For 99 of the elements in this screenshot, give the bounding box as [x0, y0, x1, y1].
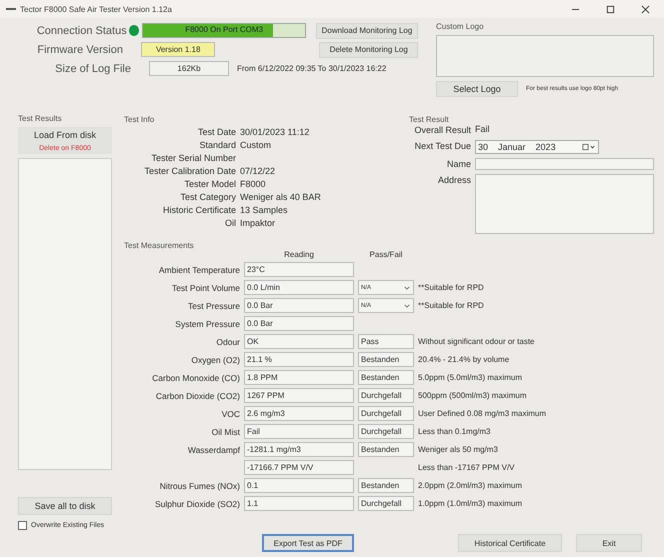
- measurement-label: Ambient Temperature: [158, 264, 240, 274]
- info-value: 13 Samples: [240, 205, 289, 216]
- reading-field: 1.1: [244, 496, 354, 511]
- test-result-label: Test Result: [409, 115, 449, 124]
- next-due-label: Next Test Due: [414, 140, 471, 152]
- log-size-value: 162Kb: [149, 61, 229, 76]
- name-field[interactable]: [475, 158, 654, 170]
- pass-fail-field: Pass: [358, 334, 414, 349]
- address-label: Address: [436, 174, 471, 186]
- name-label: Name: [446, 158, 471, 170]
- reading-field: 21.1 %: [244, 352, 354, 367]
- close-icon[interactable]: [641, 4, 650, 14]
- requirement-note: Without significant odour or taste: [418, 337, 536, 346]
- pass-fail-field: Bestanden: [358, 442, 414, 457]
- test-results-label: Test Results: [18, 114, 63, 123]
- log-range: From 6/12/2022 09:35 To 30/1/2023 16:22: [237, 64, 386, 73]
- info-value: Weniger als 40 BAR: [240, 192, 322, 203]
- overwrite-checkbox[interactable]: [18, 520, 27, 530]
- custom-logo-label: Custom Logo: [436, 22, 485, 31]
- pass-fail-field: Durchgefall: [358, 496, 414, 511]
- measurement-label: Oil Mist: [210, 426, 240, 436]
- maximize-icon[interactable]: [606, 4, 615, 14]
- reading-field: 0.0 Bar: [244, 298, 354, 313]
- requirement-note: 500ppm (500ml/m3) maximum: [418, 391, 528, 400]
- caret-icon: [404, 304, 410, 308]
- info-value: Custom: [240, 140, 272, 151]
- reading-field: 0.0 Bar: [244, 316, 354, 331]
- column-header: Pass/Fail: [368, 250, 404, 259]
- measurement-label: Carbon Monoxide (CO): [151, 372, 240, 382]
- firmware-label: Firmware Version: [36, 44, 123, 56]
- date-picker[interactable]: 30 Januar 2023: [475, 140, 599, 154]
- reading-field: 0.1: [244, 478, 354, 493]
- requirement-note: Less than -17167 PPM V/V: [418, 463, 516, 472]
- calendar-dropdown-icon[interactable]: [582, 143, 596, 151]
- requirement-note: 5.0ppm (5.0ml/m3) maximum: [418, 373, 524, 382]
- action-button[interactable]: Exit: [576, 534, 642, 552]
- reading-field: Fail: [244, 424, 354, 439]
- requirement-note: 1.0ppm (1.0ml/m3) maximum: [418, 499, 524, 508]
- requirement-note: **Suitable for RPD: [418, 301, 485, 310]
- pass-fail-field: Bestanden: [358, 478, 414, 493]
- measurement-label: VOC: [220, 408, 240, 418]
- column-header: Reading: [283, 250, 315, 259]
- measurement-label: Nitrous Fumes (NOx): [158, 480, 240, 490]
- measurement-label: System Pressure: [174, 318, 240, 328]
- address-field[interactable]: [475, 174, 654, 234]
- requirement-note: Less than 0.1mg/m3: [418, 427, 492, 436]
- info-label: Oil: [224, 218, 236, 229]
- requirement-note: Weniger als 50 mg/m3: [418, 445, 499, 454]
- connection-label: Connection Status: [36, 24, 127, 36]
- measurement-label: Odour: [215, 336, 240, 346]
- info-label: Historic Certificate: [162, 205, 236, 216]
- action-button[interactable]: Historical Certificate: [458, 534, 562, 552]
- info-value: 30/01/2023 11:12: [240, 127, 310, 138]
- pass-fail-field: Durchgefall: [358, 388, 414, 403]
- overall-result-value: Fail: [475, 124, 491, 135]
- caret-icon: [404, 286, 410, 290]
- measurement-label: Oxygen (O2): [190, 354, 240, 364]
- reading-field: 1.8 PPM: [244, 370, 354, 385]
- measurement-label: Sulphur Dioxide (SO2): [154, 498, 240, 508]
- info-value: Impaktor: [240, 218, 276, 229]
- measurements-label: Test Measurements: [124, 241, 194, 250]
- select-logo-button[interactable]: Select Logo: [436, 81, 518, 97]
- measurement-label: Wasserdampf: [186, 444, 240, 454]
- pass-fail-field: Bestanden: [358, 370, 414, 385]
- info-label: Tester Model: [183, 179, 236, 190]
- test-info-label: Test Info: [124, 115, 154, 124]
- info-label: Test Date: [196, 127, 236, 138]
- pass-fail-field: Bestanden: [358, 352, 414, 367]
- info-label: Test Category: [179, 192, 236, 203]
- pass-fail-field: Durchgefall: [358, 406, 414, 421]
- reading-field: 2.6 mg/m3: [244, 406, 354, 421]
- info-value: 07/12/22: [240, 166, 276, 177]
- info-label: Tester Serial Number: [150, 153, 236, 164]
- window-title: Tector F8000 Safe Air Tester Version 1.12a: [20, 4, 172, 14]
- measurement-label: Test Pressure: [187, 300, 240, 310]
- reading-field: 1267 PPM: [244, 388, 354, 403]
- overall-result-label: Overall Result: [413, 124, 471, 136]
- info-label: Standard: [198, 140, 236, 151]
- reading-field: 23°C: [244, 262, 354, 277]
- requirement-note: 20.4% - 21.4% by volume: [418, 355, 510, 364]
- connection-status: F8000 On Port COM3: [184, 25, 264, 34]
- reading-field: -1281.1 mg/m3: [244, 442, 354, 457]
- pass-fail-field: Durchgefall: [358, 424, 414, 439]
- delete-log-button[interactable]: Delete Monitoring Log: [319, 42, 418, 58]
- info-value: F8000: [240, 179, 267, 190]
- measurement-label: Test Point Volume: [170, 282, 240, 292]
- save-button[interactable]: Save all to disk: [18, 497, 112, 515]
- info-label: Tester Calibration Date: [143, 166, 236, 177]
- reading-field: OK: [244, 334, 354, 349]
- measurement-label: Carbon Dioxide (CO2): [154, 390, 240, 400]
- reading-field: 0.0 L/min: [244, 280, 354, 295]
- requirement-note: User Defined 0.08 mg/m3 maximum: [418, 409, 548, 418]
- requirement-note: 2.0ppm (2.0ml/m3) maximum: [418, 481, 524, 490]
- requirement-note: **Suitable for RPD: [418, 283, 485, 292]
- log-size-label: Size of Log File: [54, 62, 131, 74]
- action-button[interactable]: Export Test as PDF: [262, 534, 354, 552]
- reading-field: -17166.7 PPM V/V: [244, 460, 354, 475]
- firmware-value: Version 1.18: [140, 42, 216, 57]
- download-log-button[interactable]: Download Monitoring Log: [316, 22, 418, 38]
